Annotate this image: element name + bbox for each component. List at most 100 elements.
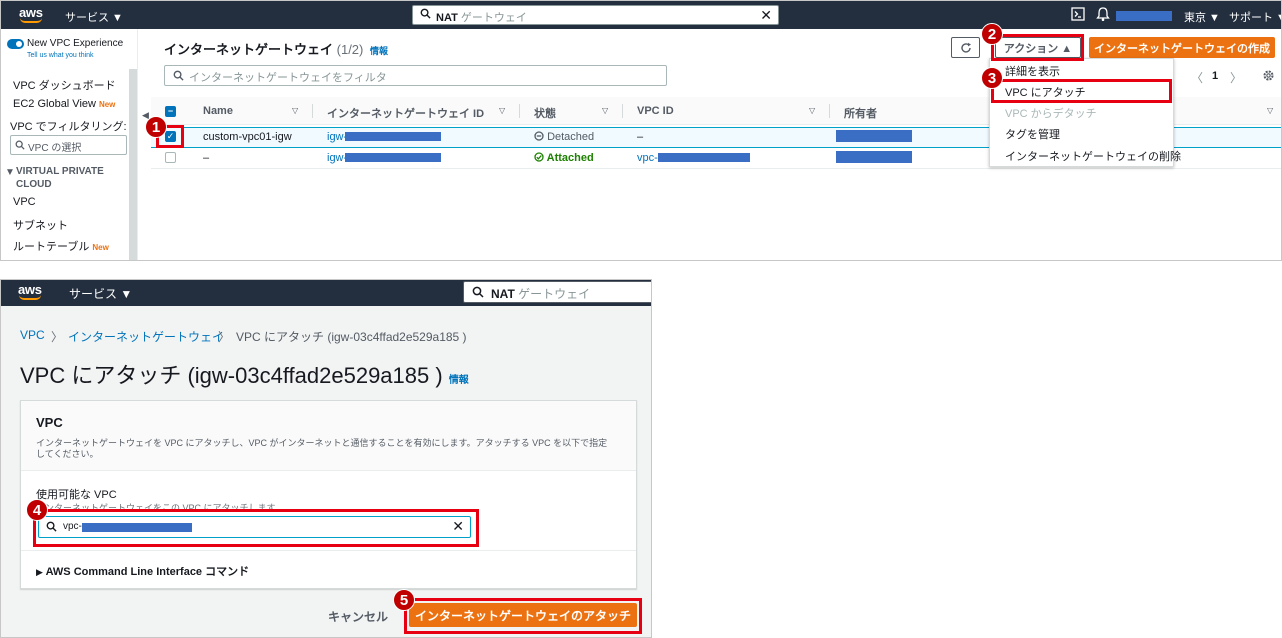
page-title-text: インターネットゲートウェイ bbox=[164, 42, 334, 57]
feedback-link[interactable]: Tell us what you think bbox=[27, 52, 94, 59]
section-caret-icon[interactable]: ▼ bbox=[5, 167, 15, 178]
breadcrumb-separator-icon: 〉 bbox=[51, 330, 64, 344]
page-title-text: VPC にアタッチ (igw-03c4ffad2e529a185 ) bbox=[20, 363, 443, 388]
page-number[interactable]: 1 bbox=[1212, 70, 1218, 82]
create-internet-gateway-button[interactable]: インターネットゲートウェイの作成 bbox=[1089, 37, 1275, 58]
cli-command-expander[interactable]: ▶ AWS Command Line Interface コマンド bbox=[36, 563, 249, 579]
section-title-line1[interactable]: VIRTUAL PRIVATE bbox=[16, 166, 104, 177]
column-header-igw-id[interactable]: インターネットゲートウェイ ID bbox=[327, 105, 484, 121]
breadcrumb-internet-gateways[interactable]: インターネットゲートウェイ bbox=[68, 328, 224, 345]
column-divider[interactable] bbox=[312, 104, 313, 118]
global-search-input[interactable]: NAT ゲートウェイ bbox=[463, 281, 651, 303]
column-divider[interactable] bbox=[829, 104, 830, 118]
column-header-vpc-id[interactable]: VPC ID bbox=[637, 105, 674, 117]
minus-circle-icon bbox=[534, 131, 544, 141]
redacted-account bbox=[1116, 11, 1172, 21]
actions-menu: 詳細を表示 VPC にアタッチ VPC からデタッチ タグを管理 インターネット… bbox=[989, 58, 1181, 167]
row-checkbox[interactable] bbox=[165, 152, 176, 163]
column-header-name[interactable]: Name bbox=[203, 105, 233, 117]
card-description-line2: してください。 bbox=[36, 449, 99, 459]
step-marker: 2 bbox=[981, 23, 1003, 45]
aws-logo[interactable]: aws bbox=[18, 282, 42, 300]
sort-icon[interactable]: ▽ bbox=[809, 106, 815, 115]
cloudshell-icon[interactable] bbox=[1071, 7, 1085, 24]
services-menu[interactable]: サービス ▼ bbox=[69, 285, 132, 302]
search-query: NAT bbox=[436, 12, 458, 24]
support-menu[interactable]: サポート ▼ bbox=[1229, 9, 1281, 25]
column-divider[interactable] bbox=[519, 104, 520, 118]
refresh-icon bbox=[960, 42, 971, 53]
global-search-input[interactable]: NAT ゲートウェイ ✕ bbox=[412, 5, 779, 25]
new-badge: New bbox=[92, 243, 109, 252]
menu-item-manage-tags[interactable]: タグを管理 bbox=[1005, 126, 1060, 142]
section-title-line2[interactable]: CLOUD bbox=[16, 179, 52, 190]
sidebar-item-ec2-global-view[interactable]: EC2 Global View New bbox=[13, 98, 115, 110]
info-link[interactable]: 情報 bbox=[370, 46, 388, 56]
vpc-filter-placeholder: VPC の選択 bbox=[28, 143, 82, 154]
row-name: custom-vpc01-igw bbox=[203, 131, 292, 143]
sidebar-item-vpc-dashboard[interactable]: VPC ダッシュボード bbox=[13, 77, 116, 93]
column-header-owner[interactable]: 所有者 bbox=[844, 105, 877, 121]
clear-search-icon[interactable]: ✕ bbox=[760, 7, 772, 24]
search-icon bbox=[15, 139, 25, 153]
sort-icon[interactable]: ▽ bbox=[602, 106, 608, 115]
search-placeholder: ゲートウェイ bbox=[518, 287, 591, 301]
divider bbox=[21, 550, 636, 551]
next-page-icon[interactable]: 〉 bbox=[1230, 69, 1242, 86]
cli-section-label: AWS Command Line Interface コマンド bbox=[45, 566, 250, 578]
redacted-owner bbox=[836, 130, 912, 142]
sidebar-item-subnets[interactable]: サブネット bbox=[13, 217, 68, 233]
search-placeholder: ゲートウェイ bbox=[460, 12, 527, 24]
attach-to-vpc-screenshot: aws サービス ▼ NAT ゲートウェイ VPC 〉 インターネットゲートウェ… bbox=[0, 279, 652, 638]
cancel-button[interactable]: キャンセル bbox=[328, 608, 388, 625]
row-vpc-id: – bbox=[637, 131, 644, 143]
sidebar-item-vpc[interactable]: VPC bbox=[13, 196, 36, 208]
sidebar-item-route-tables[interactable]: ルートテーブル New bbox=[13, 238, 109, 254]
aws-top-nav: aws サービス ▼ NAT ゲートウェイ bbox=[1, 280, 651, 306]
menu-item-delete[interactable]: インターネットゲートウェイの削除 bbox=[1005, 148, 1181, 164]
internet-gateways-screenshot: aws サービス ▼ NAT ゲートウェイ ✕ 東京 ▼ サポート ▼ New … bbox=[0, 0, 1282, 261]
highlight-box bbox=[404, 598, 642, 634]
info-link[interactable]: 情報 bbox=[449, 375, 469, 386]
breadcrumb-current: VPC にアタッチ (igw-03c4ffad2e529a185 ) bbox=[236, 330, 467, 344]
breadcrumb-separator-icon: 〉 bbox=[218, 330, 231, 344]
select-all-checkbox[interactable]: − bbox=[165, 106, 176, 117]
filter-input[interactable]: インターネットゲートウェイをフィルタ bbox=[164, 65, 667, 86]
row-vpc-id[interactable]: vpc- bbox=[637, 152, 658, 164]
notifications-icon[interactable] bbox=[1096, 6, 1110, 25]
card-heading: VPC bbox=[36, 415, 63, 430]
page-title: VPC にアタッチ (igw-03c4ffad2e529a185 ) 情報 bbox=[20, 358, 469, 390]
region-menu[interactable]: 東京 ▼ bbox=[1184, 9, 1220, 25]
breadcrumb-vpc[interactable]: VPC bbox=[20, 328, 45, 342]
sort-icon[interactable]: ▽ bbox=[1267, 106, 1273, 115]
status-text: Detached bbox=[547, 131, 595, 143]
status-text: Attached bbox=[546, 152, 594, 164]
highlight-box bbox=[991, 34, 1084, 61]
highlight-box bbox=[33, 509, 479, 547]
services-menu[interactable]: サービス ▼ bbox=[65, 9, 123, 25]
card-description-line1: インターネットゲートウェイを VPC にアタッチし、VPC がインターネットと通… bbox=[36, 438, 608, 448]
new-experience-label: New VPC Experience bbox=[27, 38, 124, 49]
vpc-filter-select[interactable]: VPC の選択 bbox=[10, 135, 127, 155]
redacted-igw-id bbox=[345, 132, 441, 141]
check-circle-icon bbox=[534, 152, 544, 162]
redacted-igw-id bbox=[345, 153, 441, 162]
sidebar: New VPC Experience Tell us what you thin… bbox=[1, 29, 149, 260]
column-divider[interactable] bbox=[622, 104, 623, 118]
refresh-button[interactable] bbox=[951, 37, 980, 58]
aws-logo[interactable]: aws bbox=[19, 5, 43, 23]
search-query: NAT bbox=[491, 287, 515, 301]
sort-icon[interactable]: ▽ bbox=[499, 106, 505, 115]
previous-page-icon[interactable]: 〈 bbox=[1191, 69, 1203, 86]
new-badge: New bbox=[98, 100, 116, 109]
step-marker: 4 bbox=[26, 499, 48, 521]
menu-item-view-details[interactable]: 詳細を表示 bbox=[1005, 63, 1060, 79]
expand-caret-icon: ▶ bbox=[36, 567, 43, 577]
sidebar-scrollbar[interactable] bbox=[129, 69, 137, 260]
status-detached: Detached bbox=[534, 131, 594, 143]
sort-icon[interactable]: ▽ bbox=[292, 106, 298, 115]
step-marker: 5 bbox=[393, 589, 415, 611]
new-experience-toggle[interactable] bbox=[7, 39, 24, 49]
column-header-state[interactable]: 状態 bbox=[534, 105, 556, 121]
settings-gear-icon[interactable] bbox=[1262, 69, 1275, 85]
